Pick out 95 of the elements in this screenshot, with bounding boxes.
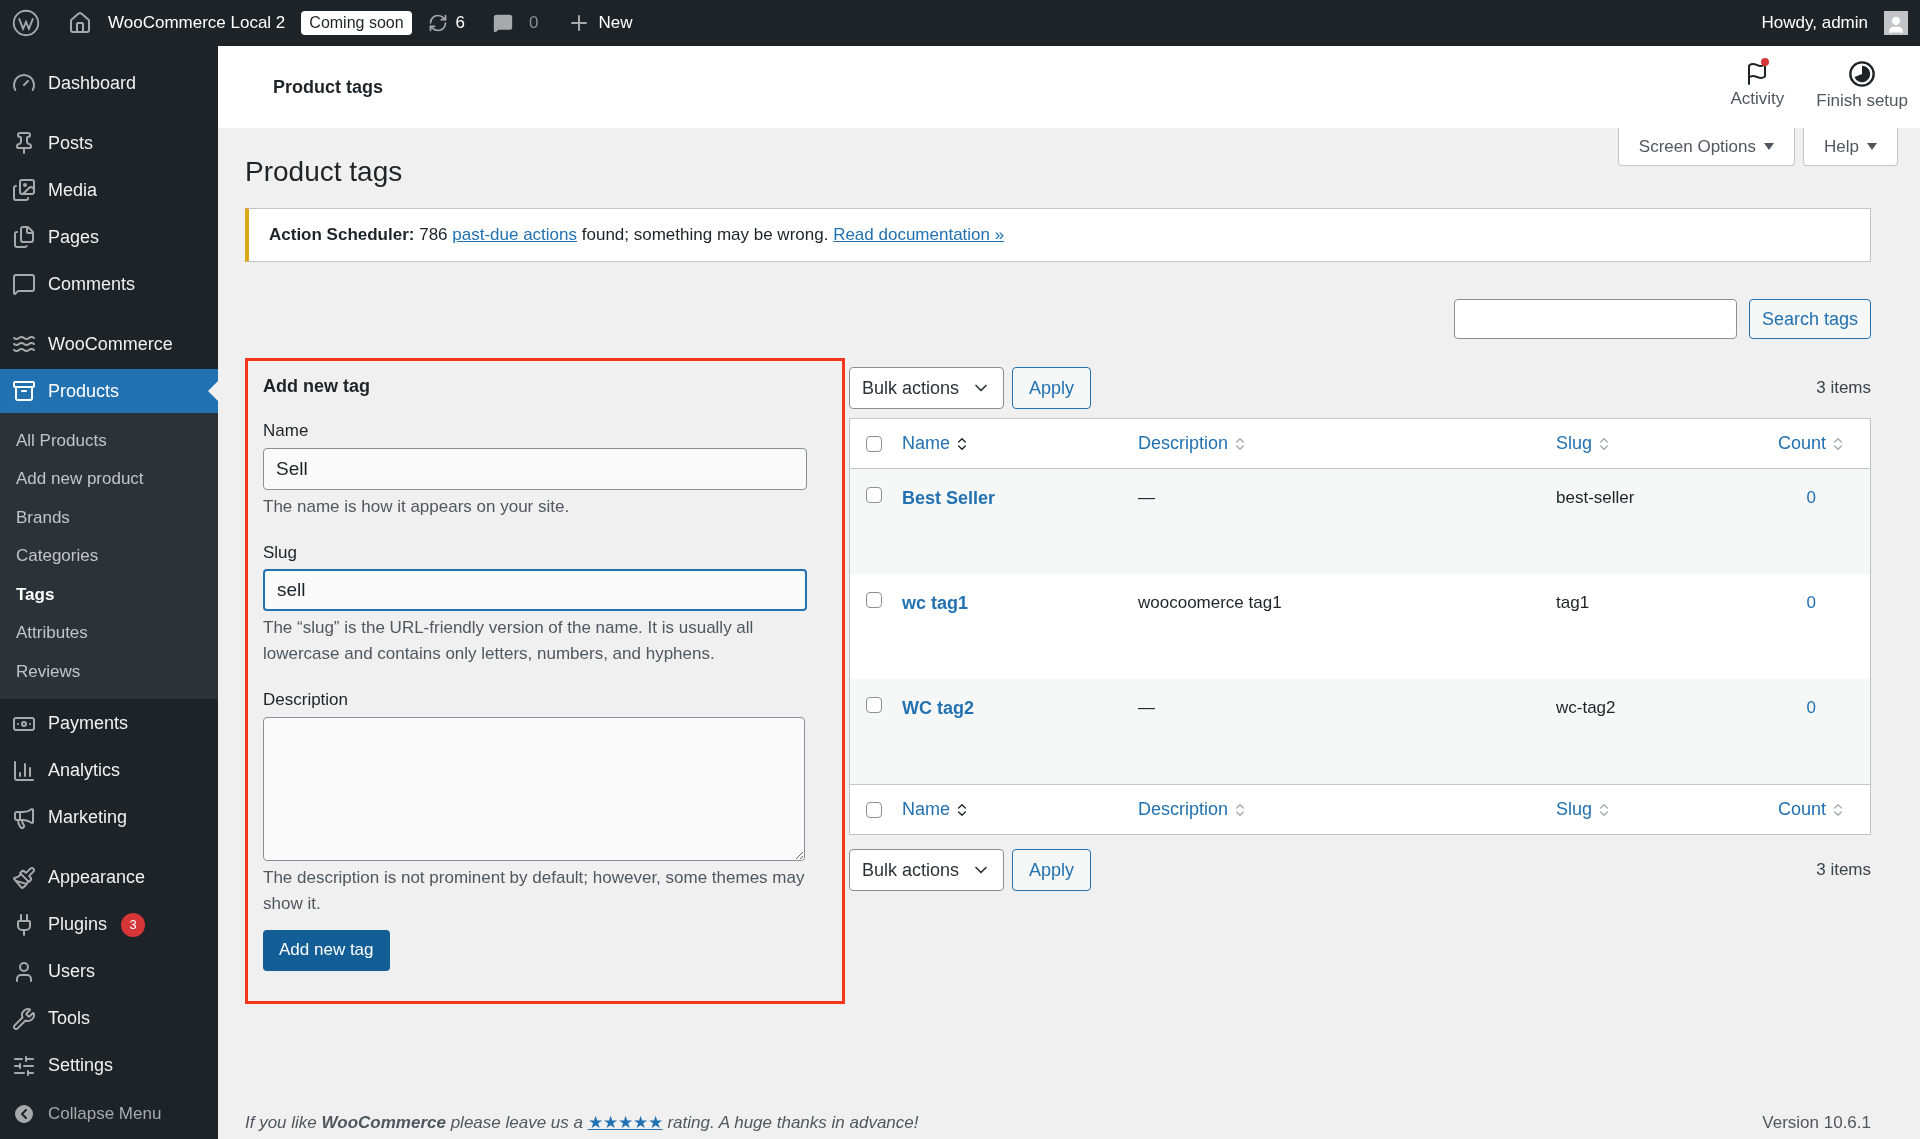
slug-cell: wc-tag2 (1556, 698, 1616, 717)
sidebar-item[interactable]: Posts (0, 121, 218, 165)
field-help-text: The description is not prominent by default; however, some themes may show it. (263, 866, 806, 915)
submenu-item[interactable]: All Products (0, 421, 218, 460)
column-header-link[interactable]: Count (1777, 796, 1826, 823)
description-field[interactable] (263, 716, 805, 861)
footer-text: If you like WooCommerce please leave us a ★★★★★ rating. A huge thanks in advance! (245, 1111, 919, 1134)
column-header-link[interactable]: Slug (1556, 430, 1593, 457)
field-label: Description (263, 689, 350, 711)
tag-count-link[interactable]: 0 (1806, 590, 1816, 616)
finish-setup-button[interactable]: Finish setup (1816, 60, 1908, 114)
sidebar-item[interactable]: Products (0, 369, 218, 413)
sidebar-item[interactable]: Plugins 3 (0, 902, 218, 947)
greeting[interactable]: Howdy, admin (1761, 10, 1868, 36)
select-all-checkbox[interactable] (866, 435, 882, 452)
column-header-link[interactable]: Name (902, 796, 950, 823)
row-checkbox[interactable] (866, 487, 882, 503)
current-arrow-icon (208, 381, 218, 401)
avatar-icon[interactable] (1884, 11, 1908, 35)
submenu-item[interactable]: Tags (0, 575, 218, 614)
updates-icon[interactable] (427, 13, 448, 33)
notice-link[interactable]: past-due actions (452, 225, 578, 245)
comments-count[interactable]: 0 (529, 10, 539, 36)
row-checkbox[interactable] (866, 592, 882, 608)
sidebar-item[interactable]: Payments (0, 701, 218, 746)
sidebar-item[interactable]: Tools (0, 996, 218, 1041)
column-header-link[interactable]: Name (902, 430, 950, 457)
sidebar-item[interactable]: Dashboard (0, 61, 218, 105)
screen-options-button[interactable]: Screen Options (1617, 128, 1796, 166)
sidebar-item[interactable]: Analytics (0, 748, 218, 793)
column-header-link[interactable]: Description (1138, 796, 1229, 823)
slug-cell: best-seller (1556, 488, 1635, 507)
field-label: Slug (263, 541, 299, 564)
field-label: Name (263, 420, 310, 442)
version-text: Version 10.6.1 (1762, 1111, 1871, 1134)
column-header-link[interactable]: Description (1138, 430, 1229, 457)
caret-icon (1764, 143, 1775, 150)
add-new-tag-button[interactable]: Add new tag (263, 929, 390, 971)
sidebar-item[interactable]: Users (0, 949, 218, 994)
text-field[interactable]: Sell (263, 447, 807, 490)
updates-count[interactable]: 6 (455, 10, 466, 36)
sidebar-item[interactable]: Pages (0, 215, 218, 259)
bulk-actions-dropdown[interactable]: Bulk actions (849, 367, 1005, 409)
comment-icon[interactable] (493, 13, 514, 33)
tag-name-link[interactable]: WC tag2 (902, 698, 974, 718)
description-cell: — (1138, 488, 1155, 507)
new-link[interactable]: New (598, 10, 633, 36)
notice-link[interactable]: Read documentation » (833, 225, 1005, 245)
search-tags-button[interactable]: Search tags (1748, 299, 1871, 339)
sidebar-item[interactable]: Comments (0, 262, 218, 306)
page-title: Product tags (245, 155, 403, 189)
select-all-checkbox[interactable] (866, 801, 882, 818)
submenu-item[interactable]: Reviews (0, 652, 218, 691)
sidebar-item[interactable]: Settings (0, 1043, 218, 1088)
notice-text: Action Scheduler: 786 past-due actions found; something may be wrong. Read documentation » (269, 224, 1005, 247)
field-help-text: The “slug” is the URL-friendly version of the name. It is usually all lowercase and contains only letters, numbers, and hyphens. (263, 617, 755, 665)
sidebar-item[interactable]: Marketing (0, 795, 218, 840)
tag-count-link[interactable]: 0 (1806, 695, 1816, 721)
apply-button[interactable]: Apply (1012, 849, 1092, 891)
header-title: Product tags (273, 75, 383, 99)
submenu-item[interactable]: Categories (0, 536, 218, 575)
activity-button[interactable]: Activity (1730, 62, 1785, 112)
item-count: 3 items (1816, 859, 1871, 882)
tag-name-link[interactable]: Best Seller (902, 488, 996, 508)
tag-name-link[interactable]: wc tag1 (902, 593, 969, 613)
coming-soon-badge[interactable]: Coming soon (301, 11, 412, 35)
sidebar-item[interactable]: Appearance (0, 855, 218, 900)
home-icon[interactable] (68, 11, 92, 35)
sidebar-item[interactable]: WooCommerce (0, 322, 218, 366)
help-button[interactable]: Help (1803, 128, 1898, 166)
sidebar-item[interactable]: Media (0, 168, 218, 212)
apply-button[interactable]: Apply (1012, 367, 1092, 409)
rating-link[interactable]: ★★★★★ (587, 1112, 663, 1132)
site-name-link[interactable]: WooCommerce Local 2 (108, 10, 286, 36)
column-header-link[interactable]: Slug (1556, 796, 1593, 823)
text-field[interactable]: sell (263, 569, 807, 611)
collapse-menu-button[interactable]: Collapse Menu (0, 1091, 218, 1136)
search-field[interactable] (1453, 299, 1737, 339)
wordpress-logo-icon[interactable] (12, 9, 40, 37)
tag-count-link[interactable]: 0 (1806, 485, 1816, 511)
submenu-item[interactable]: Brands (0, 498, 218, 537)
description-cell: woocoomerce tag1 (1138, 593, 1282, 612)
field-help-text: The name is how it appears on your site. (263, 495, 571, 518)
form-title: Add new tag (263, 375, 370, 398)
slug-cell: tag1 (1556, 593, 1590, 612)
progress-icon (1848, 60, 1877, 89)
notification-badge: 3 (121, 912, 145, 937)
column-header-link[interactable]: Count (1777, 430, 1826, 457)
item-count: 3 items (1816, 377, 1871, 400)
caret-icon (1867, 143, 1877, 150)
row-checkbox[interactable] (866, 697, 882, 713)
description-cell: — (1138, 698, 1155, 717)
submenu-item[interactable]: Attributes (0, 613, 218, 652)
submenu-item[interactable]: Add new product (0, 459, 218, 498)
bulk-actions-dropdown[interactable]: Bulk actions (849, 849, 1005, 891)
